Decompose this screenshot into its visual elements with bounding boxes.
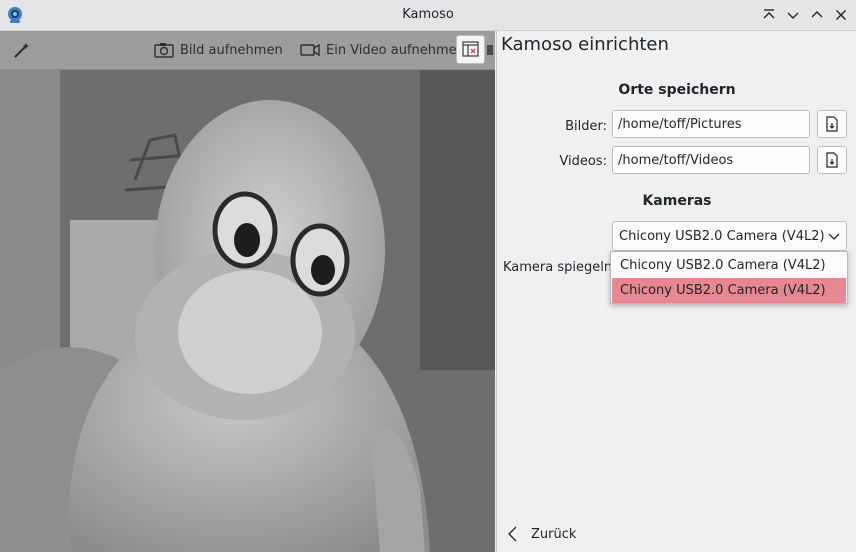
record-video-label: Ein Video aufnehmen: [326, 42, 465, 58]
camera-area: Bild aufnehmen Ein Video aufnehmen: [0, 31, 495, 552]
camera-option[interactable]: Chicony USB2.0 Camera (V4L2): [612, 253, 846, 278]
maximize-icon: [811, 11, 823, 18]
title-bar: Kamoso: [0, 0, 856, 31]
take-picture-label: Bild aufnehmen: [180, 42, 283, 58]
close-icon: [836, 10, 846, 20]
effects-button[interactable]: [12, 31, 32, 69]
window-title: Kamoso: [402, 7, 454, 22]
close-settings-panel-button[interactable]: [456, 35, 485, 64]
camera-option-highlighted[interactable]: Chicony USB2.0 Camera (V4L2): [612, 278, 846, 303]
open-document-icon: [826, 152, 838, 168]
camera-dropdown-list: Chicony USB2.0 Camera (V4L2) Chicony USB…: [610, 251, 848, 304]
camera-select[interactable]: Chicony USB2.0 Camera (V4L2): [612, 221, 847, 251]
camera-icon: [154, 43, 174, 58]
pictures-path-field[interactable]: /home/toff/Pictures: [612, 110, 810, 138]
videos-label: Videos:: [559, 154, 607, 169]
toolbar: Bild aufnehmen Ein Video aufnehmen: [0, 31, 495, 70]
camera-select-value: Chicony USB2.0 Camera (V4L2): [619, 229, 825, 244]
cameras-heading: Kameras: [642, 193, 712, 209]
close-window-button[interactable]: [833, 7, 849, 23]
record-video-button[interactable]: Ein Video aufnehmen: [300, 31, 465, 69]
magic-wand-icon: [14, 43, 29, 58]
chevron-down-icon: [828, 233, 840, 240]
browse-pictures-button[interactable]: [817, 110, 847, 138]
back-label: Zurück: [531, 526, 577, 542]
mirror-camera-label: Kamera spiegeln: [503, 260, 613, 275]
take-picture-button[interactable]: Bild aufnehmen: [154, 31, 283, 69]
maximize-button[interactable]: [809, 7, 825, 23]
settings-panel: Kamoso einrichten Orte speichern Bilder:…: [496, 31, 856, 552]
camera-preview: [0, 70, 495, 552]
videos-path-field[interactable]: /home/toff/Videos: [612, 146, 810, 174]
locations-heading: Orte speichern: [618, 82, 736, 98]
open-document-icon: [826, 116, 838, 132]
keep-above-button[interactable]: [761, 7, 777, 23]
minimize-button[interactable]: [785, 7, 801, 23]
back-button[interactable]: Zurück: [507, 526, 576, 542]
close-sidebar-icon: [462, 41, 479, 57]
settings-title: Kamoso einrichten: [501, 34, 669, 55]
video-camera-icon: [300, 43, 320, 57]
browse-videos-button[interactable]: [817, 146, 847, 174]
toolbar-overflow-indicator: [487, 45, 493, 55]
keep-above-icon: [763, 9, 775, 19]
chevron-left-icon: [508, 526, 517, 542]
pictures-label: Bilder:: [565, 119, 607, 134]
minimize-icon: [787, 12, 799, 19]
